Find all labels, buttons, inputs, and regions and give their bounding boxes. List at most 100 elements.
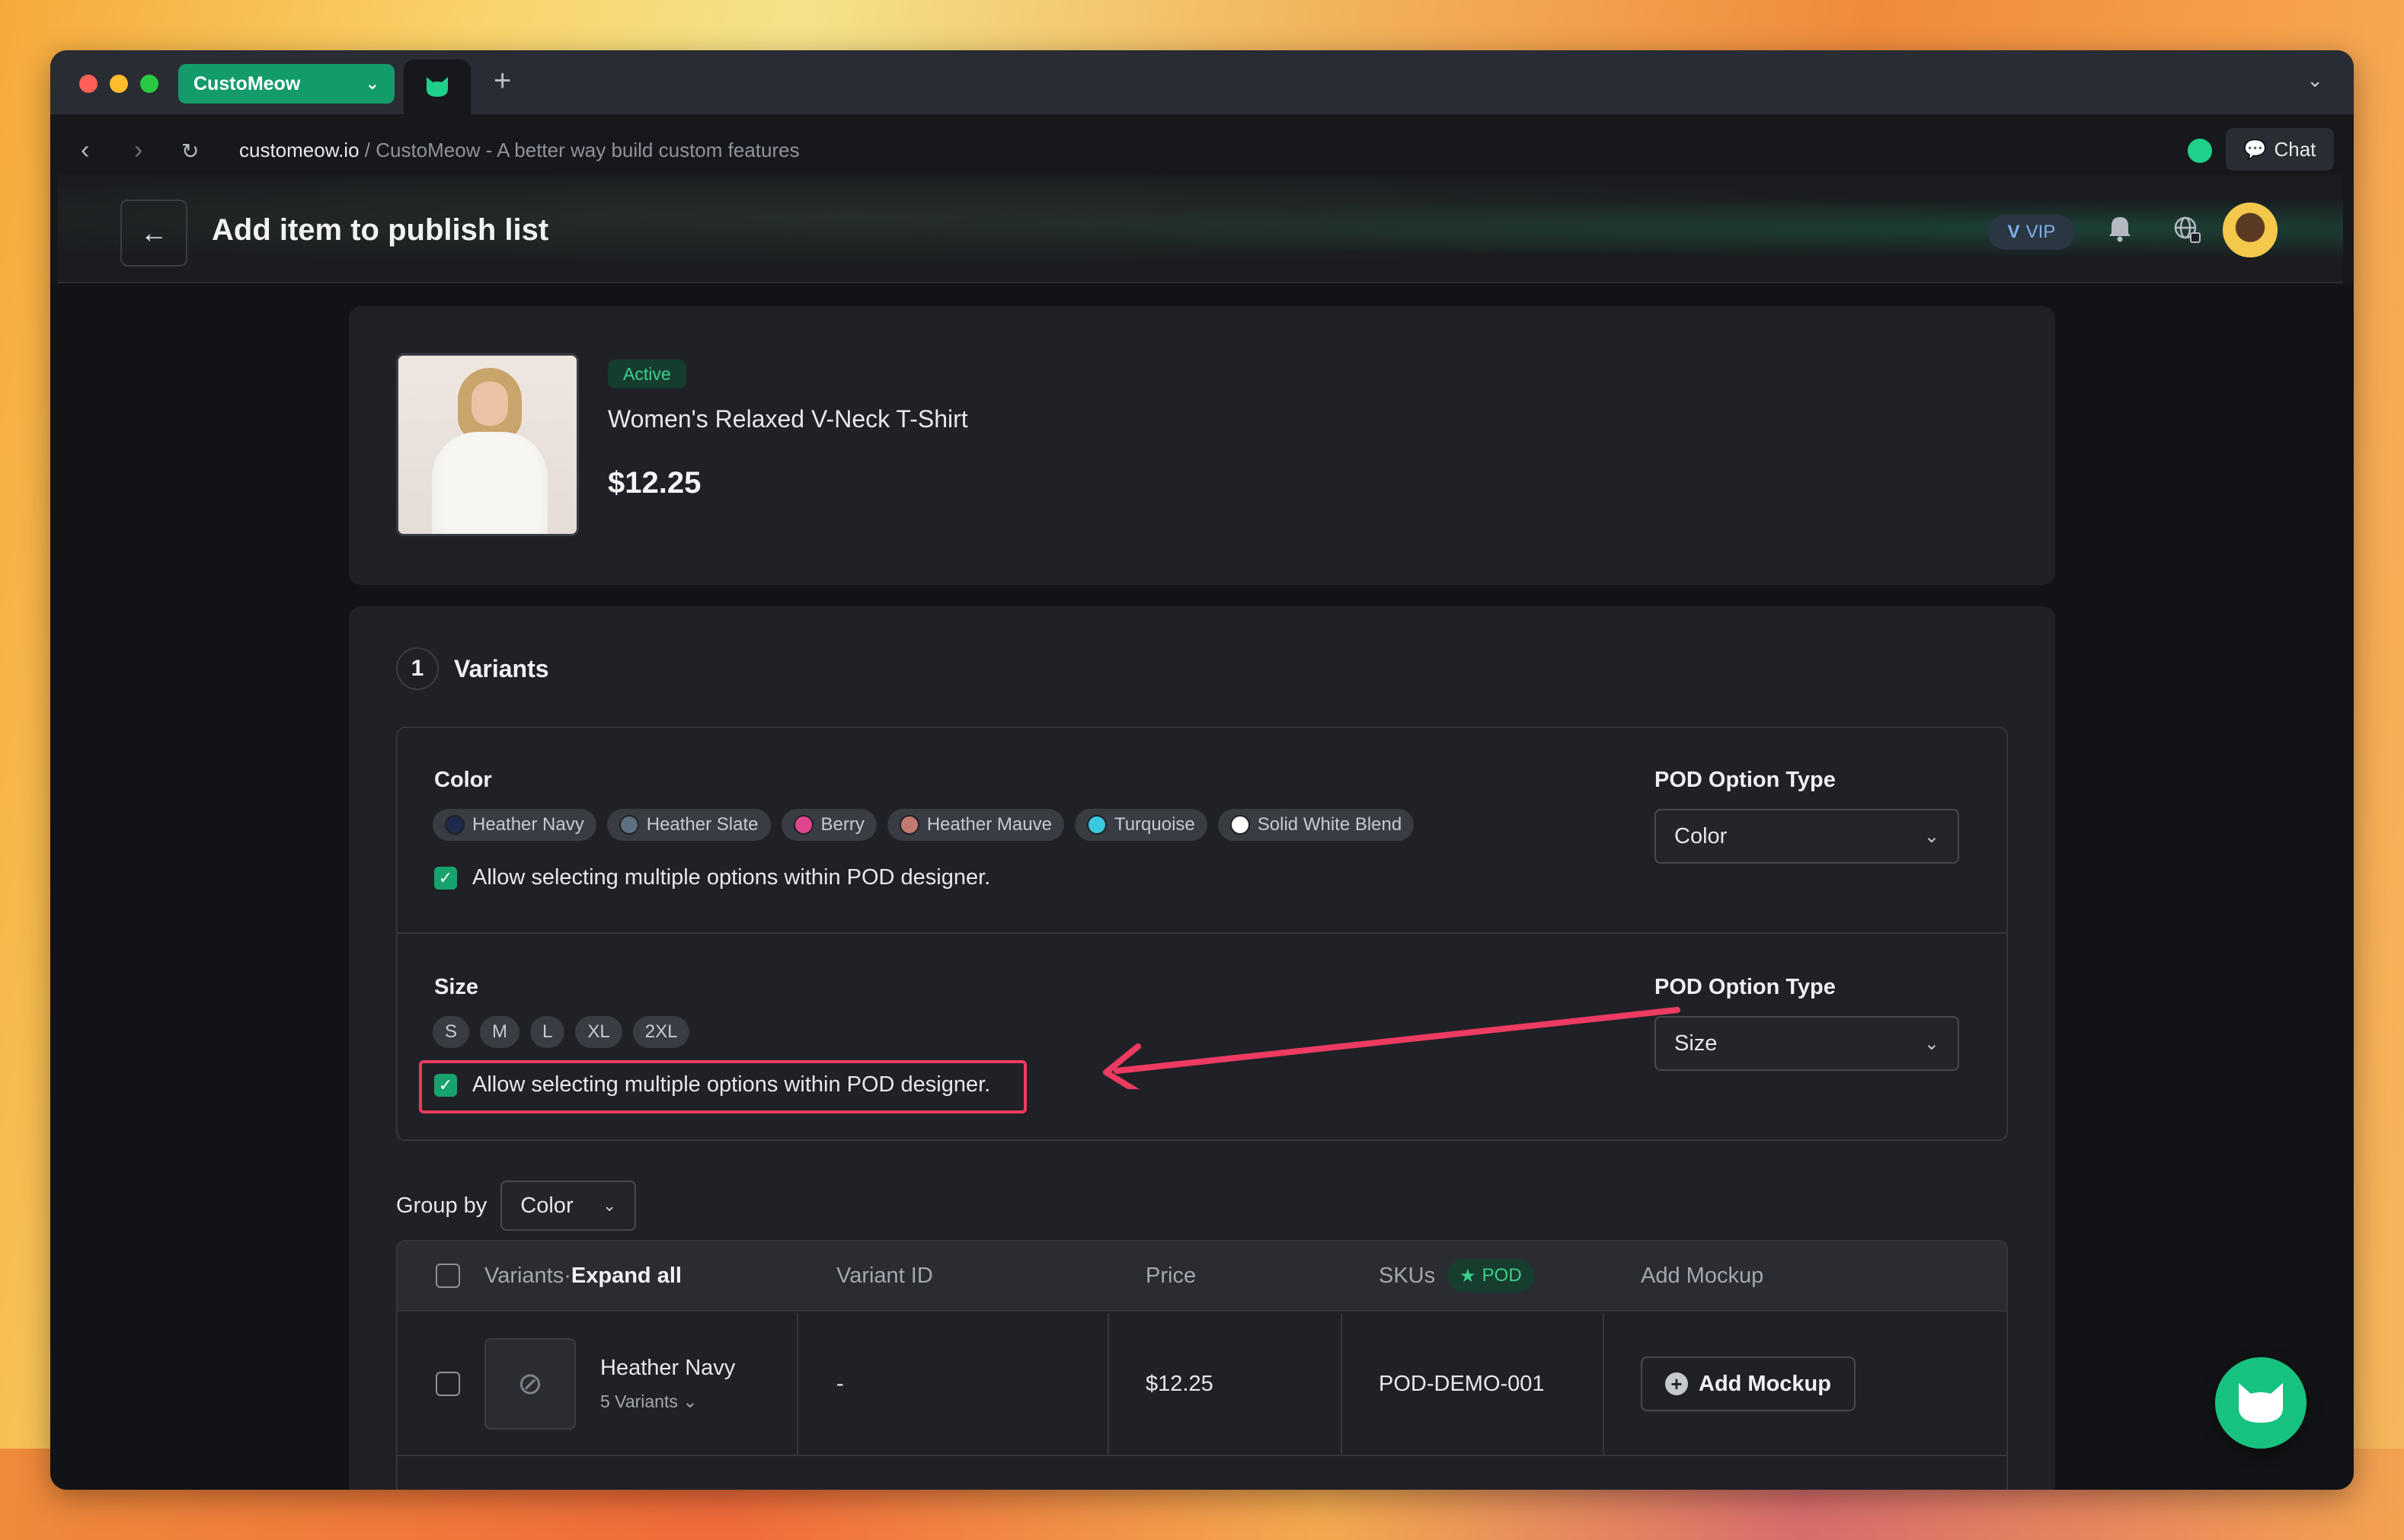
- product-image: [396, 353, 579, 536]
- swatch: [899, 815, 919, 835]
- workspace-switcher[interactable]: CustoMeow ⌄: [178, 64, 395, 104]
- variant-count-toggle[interactable]: 5 Variants ⌄: [600, 1391, 735, 1412]
- pod-option-type-label: POD Option Type: [1654, 975, 1836, 999]
- chat-label: Chat: [2274, 137, 2316, 161]
- step-label: Variants: [454, 654, 549, 682]
- forward-arrow-icon[interactable]: ›: [134, 136, 142, 165]
- header-skus: SKUs ★ POD: [1379, 1241, 1534, 1310]
- chip-2xl: 2XL: [632, 1016, 690, 1048]
- option-values: S M L XL 2XL: [433, 1016, 690, 1048]
- tab-list-chevron-icon[interactable]: ⌄: [2306, 69, 2323, 92]
- chip-heather-mauve: Heather Mauve: [887, 809, 1064, 841]
- pod-option-type-label: POD Option Type: [1654, 768, 1836, 792]
- workspace-name: CustoMeow: [193, 72, 301, 94]
- chip-solid-white-blend: Solid White Blend: [1217, 809, 1415, 841]
- globe-icon[interactable]: [2172, 215, 2201, 251]
- variant-name: Heather Navy: [600, 1356, 736, 1380]
- add-mockup-button[interactable]: + Add Mockup: [1641, 1356, 1856, 1411]
- tab-customeow[interactable]: [404, 59, 471, 114]
- header-separator: ·: [564, 1263, 571, 1288]
- variant-count: 5 Variants: [600, 1391, 678, 1411]
- allow-multiple-size[interactable]: ✓ Allow selecting multiple options withi…: [434, 1072, 990, 1097]
- swatch: [1229, 815, 1250, 835]
- expand-all-link[interactable]: Expand all: [571, 1264, 682, 1289]
- checkbox-label: Allow selecting multiple options within …: [472, 1072, 991, 1097]
- header-skus-label: SKUs: [1379, 1263, 1436, 1288]
- variant-id-cell: -: [836, 1371, 844, 1396]
- header-price: Price: [1146, 1263, 1197, 1288]
- page-title: Add item to publish list: [212, 213, 549, 247]
- swatch: [1086, 815, 1107, 835]
- option-label: Color: [434, 768, 492, 792]
- tab-bar: CustoMeow ⌄ + ⌄: [50, 50, 2354, 114]
- select-all-cell: [436, 1241, 460, 1310]
- reload-icon[interactable]: ↻: [181, 139, 199, 164]
- minimize-window-button[interactable]: [110, 75, 128, 93]
- step-header: 1 Variants: [396, 647, 549, 690]
- chevron-down-icon: ⌄: [1923, 826, 1939, 847]
- back-button[interactable]: ←: [120, 200, 187, 267]
- bell-icon[interactable]: [2107, 215, 2133, 249]
- avatar[interactable]: [2223, 203, 2278, 257]
- pod-option-type-select[interactable]: Color ⌄: [1654, 809, 1959, 864]
- price-cell: $12.25: [1146, 1371, 1213, 1396]
- chat-bubble-icon: 💬: [2243, 139, 2267, 160]
- url-path: / CustoMeow - A better way build custom …: [359, 139, 800, 161]
- group-by: Group by Color ⌄: [396, 1181, 637, 1231]
- select-all-checkbox[interactable]: [436, 1264, 460, 1288]
- row-checkbox[interactable]: [436, 1372, 460, 1396]
- table-row: ⊘ Heather Navy 5 Variants ⌄ - $12.25 POD…: [398, 1313, 2006, 1456]
- product-name: Women's Relaxed V-Neck T-Shirt: [608, 405, 968, 433]
- variants-table: Variants · Expand all Variant ID Price S…: [396, 1240, 2008, 1490]
- chip-xl: XL: [575, 1016, 622, 1048]
- chevron-down-icon: ⌄: [365, 74, 379, 93]
- app-header: ← Add item to publish list V VIP: [58, 175, 2343, 283]
- pod-badge: ★ POD: [1447, 1259, 1534, 1292]
- chip-heather-slate: Heather Slate: [606, 809, 771, 841]
- url-field[interactable]: customeow.io / CustoMeow - A better way …: [239, 139, 800, 162]
- swatch: [445, 815, 465, 835]
- chip-turquoise: Turquoise: [1074, 809, 1207, 841]
- add-mockup-label: Add Mockup: [1699, 1371, 1831, 1396]
- product-price: $12.25: [608, 466, 702, 500]
- url-domain: customeow.io: [239, 139, 360, 161]
- row-checkbox-cell: [436, 1313, 460, 1455]
- checkbox-checked-icon[interactable]: ✓: [434, 866, 457, 890]
- chip-label: Heather Navy: [472, 814, 584, 835]
- group-by-select[interactable]: Color ⌄: [500, 1181, 637, 1231]
- header-variants-label: Variants: [484, 1263, 564, 1288]
- vip-badge[interactable]: V VIP: [1988, 215, 2075, 250]
- star-icon: ★: [1459, 1265, 1476, 1286]
- chip-label: Solid White Blend: [1257, 814, 1402, 835]
- chip-berry: Berry: [781, 809, 877, 841]
- chip-m: M: [480, 1016, 520, 1048]
- chevron-down-icon: ⌄: [1923, 1033, 1939, 1054]
- help-chat-fab[interactable]: [2215, 1357, 2306, 1449]
- chip-label: Heather Mauve: [926, 814, 1052, 835]
- vip-label: VIP: [2025, 222, 2056, 242]
- option-values: Heather Navy Heather Slate Berry Heather…: [433, 809, 1415, 841]
- chat-button[interactable]: 💬 Chat: [2226, 128, 2334, 171]
- cat-logo-icon: [2239, 1383, 2283, 1423]
- main-content: Active Women's Relaxed V-Neck T-Shirt $1…: [50, 283, 2354, 1490]
- allow-multiple-color[interactable]: ✓ Allow selecting multiple options withi…: [434, 865, 990, 890]
- extension-icon[interactable]: [2188, 139, 2212, 163]
- sku-cell: POD-DEMO-001: [1379, 1371, 1545, 1396]
- maximize-window-button[interactable]: [140, 75, 158, 93]
- checkbox-checked-icon[interactable]: ✓: [434, 1073, 457, 1097]
- new-tab-button[interactable]: +: [494, 64, 511, 98]
- chip-label: Turquoise: [1114, 814, 1195, 835]
- table-header: Variants · Expand all Variant ID Price S…: [398, 1241, 2006, 1312]
- cat-logo-icon: [427, 77, 448, 97]
- swatch: [619, 815, 639, 835]
- back-arrow-icon[interactable]: ‹: [81, 136, 89, 165]
- chip-l: L: [530, 1016, 565, 1048]
- product-card: Active Women's Relaxed V-Neck T-Shirt $1…: [349, 306, 2055, 585]
- variant-cell: ⊘ Heather Navy 5 Variants ⌄: [484, 1313, 735, 1455]
- pod-badge-label: POD: [1482, 1265, 1522, 1286]
- annotation-arrow: [1103, 1007, 1680, 1089]
- add-mockup-cell: + Add Mockup: [1641, 1313, 1856, 1455]
- close-window-button[interactable]: [79, 75, 98, 93]
- image-placeholder-icon[interactable]: ⊘: [484, 1338, 576, 1430]
- step-number: 1: [396, 647, 439, 690]
